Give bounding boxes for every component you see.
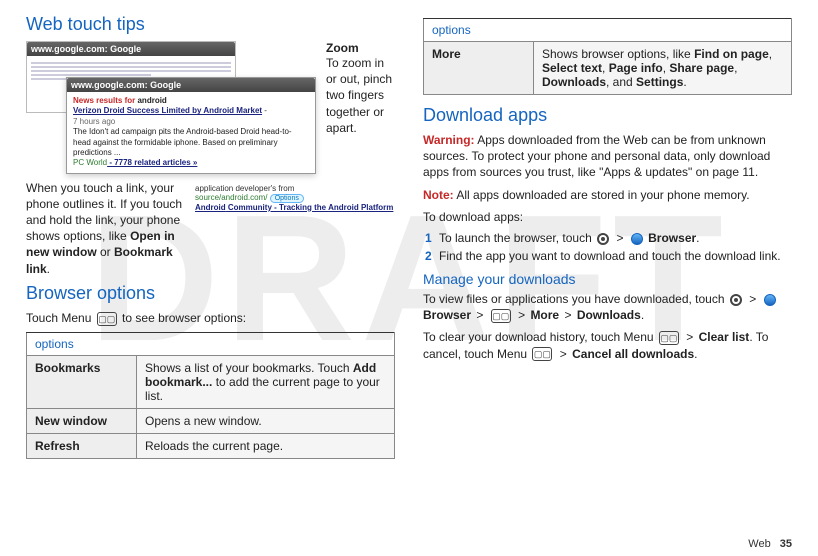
right-column: options More Shows browser options, like… — [423, 14, 792, 546]
mock-browser-titlebar: www.google.com: Google — [27, 42, 235, 56]
table-row: More Shows browser options, like Find on… — [424, 42, 792, 95]
zoom-title: Zoom — [326, 41, 395, 55]
clear-paragraph: To clear your download history, touch Me… — [423, 329, 792, 361]
menu-icon: ▢▢ — [532, 347, 552, 361]
mock-popup: www.google.com: Google News results for … — [66, 77, 316, 174]
list-item: 2Find the app you want to download and t… — [425, 249, 792, 263]
list-item: 1To launch the browser, touch > Browser. — [425, 231, 792, 245]
section-heading-web-touch-tips: Web touch tips — [26, 14, 395, 35]
globe-icon — [631, 233, 643, 245]
section-heading-download-apps: Download apps — [423, 105, 792, 126]
table-row: New window Opens a new window. — [27, 409, 395, 434]
zoom-tip: Zoom To zoom in or out, pinch two finger… — [326, 41, 395, 174]
manage-paragraph: To view files or applications you have d… — [423, 291, 792, 323]
subheading-manage-downloads: Manage your downloads — [423, 271, 792, 287]
browser-options-intro: Touch Menu ▢▢ to see browser options: — [26, 310, 395, 326]
mock-popup-body: News results for android Verizon Droid S… — [67, 92, 315, 173]
home-icon — [730, 294, 742, 306]
warning-paragraph: Warning: Apps downloaded from the Web ca… — [423, 132, 792, 181]
menu-icon: ▢▢ — [659, 331, 679, 345]
touch-link-paragraph: When you touch a link, your phone outlin… — [26, 180, 185, 277]
zoom-body: To zoom in or out, pinch two fingers tog… — [326, 55, 395, 136]
options-table-1-header: options — [27, 333, 395, 356]
menu-icon: ▢▢ — [491, 309, 511, 323]
table-row: Refresh Reloads the current page. — [27, 434, 395, 459]
mock-popup-titlebar: www.google.com: Google — [67, 78, 315, 92]
globe-icon — [764, 294, 776, 306]
page: Web touch tips www.google.com: Google ww… — [0, 0, 818, 556]
options-table-2-header: options — [424, 19, 792, 42]
menu-icon: ▢▢ — [97, 312, 117, 326]
download-intro: To download apps: — [423, 209, 792, 225]
home-icon — [597, 233, 609, 245]
options-table-2: options More Shows browser options, like… — [423, 18, 792, 95]
section-heading-browser-options: Browser options — [26, 283, 395, 304]
touch-link-row: When you touch a link, your phone outlin… — [26, 180, 395, 283]
illustration-area: www.google.com: Google www.google.com: G… — [26, 41, 395, 174]
download-steps: 1To launch the browser, touch > Browser.… — [425, 231, 792, 263]
note-paragraph: Note: All apps downloaded are stored in … — [423, 187, 792, 203]
options-table-1: options Bookmarks Shows a list of your b… — [26, 332, 395, 459]
table-row: Bookmarks Shows a list of your bookmarks… — [27, 356, 395, 409]
mock-result-snippet: application developer's from source/andr… — [195, 184, 395, 283]
left-column: Web touch tips www.google.com: Google ww… — [26, 14, 395, 546]
